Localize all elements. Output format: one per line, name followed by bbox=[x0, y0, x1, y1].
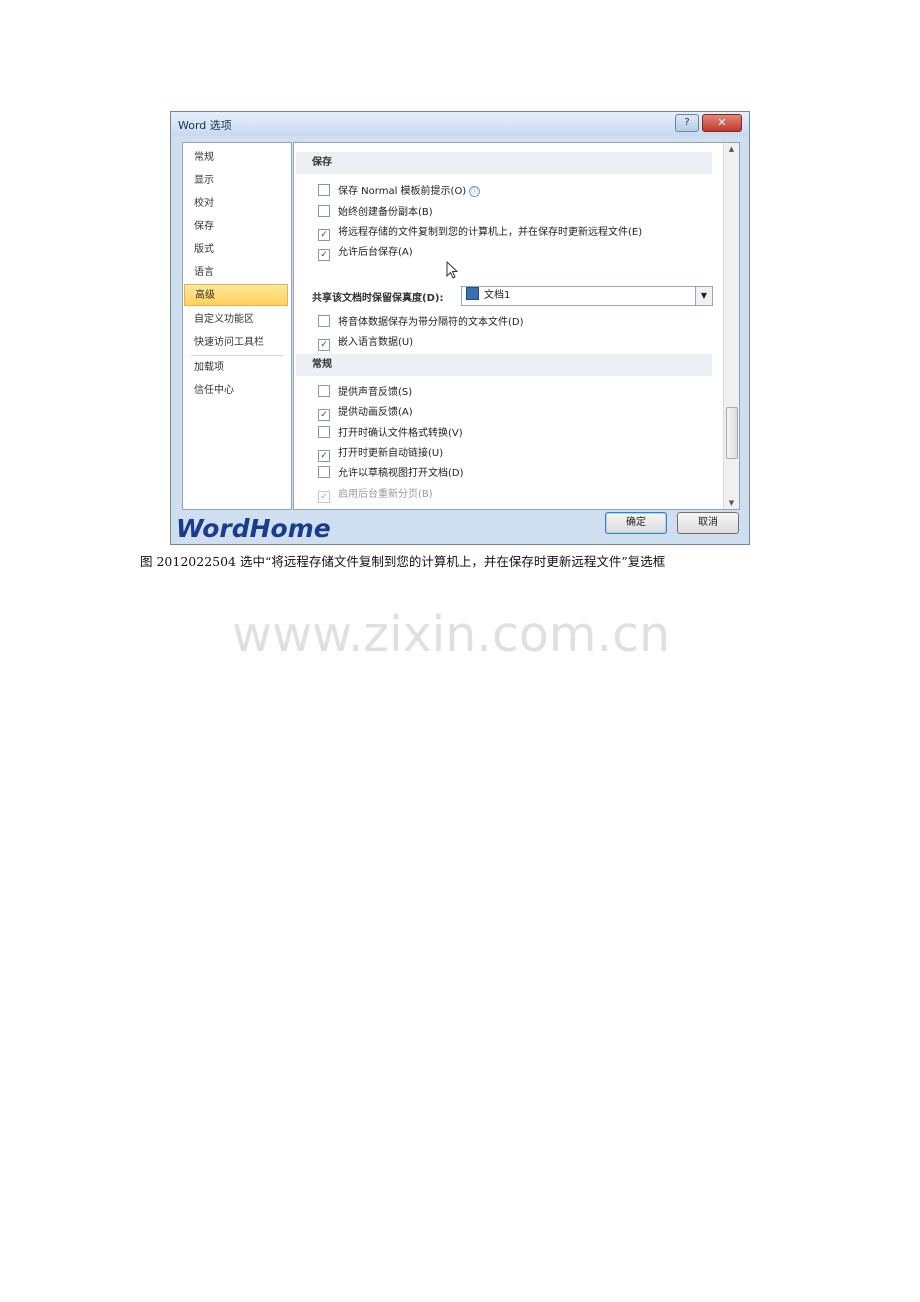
ok-button[interactable]: 确定 bbox=[605, 512, 667, 534]
nav-divider bbox=[191, 355, 283, 356]
scrollbar-thumb[interactable] bbox=[726, 407, 738, 459]
info-icon: ⓘ bbox=[469, 186, 481, 197]
nav-item-add-ins[interactable]: 加载项 bbox=[184, 357, 288, 379]
option-update-automatic-links[interactable]: ✓ 打开时更新自动链接(U) bbox=[318, 446, 443, 462]
word-document-icon bbox=[466, 287, 479, 300]
section-header-general: 常规 bbox=[296, 354, 712, 376]
dialog-title: Word 选项 bbox=[178, 119, 232, 132]
checkbox-checked[interactable]: ✓ bbox=[318, 229, 330, 241]
option-label: 允许以草稿视图打开文档(D) bbox=[338, 468, 464, 479]
checkbox[interactable] bbox=[318, 426, 330, 438]
option-label: 将远程存储的文件复制到您的计算机上，并在保存时更新远程文件(E) bbox=[338, 227, 643, 238]
nav-item-proofing[interactable]: 校对 bbox=[184, 193, 288, 215]
option-open-in-draft-view[interactable]: 允许以草稿视图打开文档(D) bbox=[318, 466, 464, 482]
checkbox[interactable] bbox=[318, 315, 330, 327]
checkbox-checked[interactable]: ✓ bbox=[318, 249, 330, 261]
option-label: 提供动画反馈(A) bbox=[338, 407, 413, 418]
nav-item-layout[interactable]: 版式 bbox=[184, 239, 288, 261]
option-sound-feedback[interactable]: 提供声音反馈(S) bbox=[318, 385, 412, 401]
checkbox[interactable] bbox=[318, 205, 330, 217]
checkbox[interactable] bbox=[318, 385, 330, 397]
option-label: 将音体数据保存为带分隔符的文本文件(D) bbox=[338, 317, 524, 328]
fidelity-label: 共享该文档时保留保真度(D): bbox=[312, 293, 444, 304]
nav-item-save[interactable]: 保存 bbox=[184, 216, 288, 238]
cancel-button[interactable]: 取消 bbox=[677, 512, 739, 534]
checkbox-checked[interactable]: ✓ bbox=[318, 339, 330, 351]
mouse-cursor-icon bbox=[446, 261, 459, 279]
nav-item-quick-access-toolbar[interactable]: 快速访问工具栏 bbox=[184, 332, 288, 354]
checkbox-checked-disabled: ✓ bbox=[318, 491, 330, 503]
options-content: 保存 保存 Normal 模板前提示(O) ⓘ 始终创建备份副本(B) ✓ 将远程存… bbox=[293, 142, 740, 510]
document-select[interactable]: 文档1 ▼ bbox=[461, 286, 713, 306]
checkbox-checked[interactable]: ✓ bbox=[318, 450, 330, 462]
option-label: 打开时更新自动链接(U) bbox=[338, 448, 444, 459]
close-button[interactable]: ✕ bbox=[702, 114, 742, 132]
option-save-form-data[interactable]: 将音体数据保存为带分隔符的文本文件(D) bbox=[318, 315, 524, 331]
nav-item-advanced[interactable]: 高级 bbox=[184, 284, 288, 306]
scroll-up-icon[interactable]: ▲ bbox=[724, 145, 739, 153]
wordhome-logo: WordHome bbox=[176, 514, 331, 543]
figure-caption: 图 2012022504 选中“将远程存储文件复制到您的计算机上，并在保存时更新… bbox=[140, 554, 666, 569]
dropdown-arrow-icon[interactable]: ▼ bbox=[695, 287, 712, 305]
nav-item-trust-center[interactable]: 信任中心 bbox=[184, 380, 288, 402]
dialog-titlebar: Word 选项 ? ✕ bbox=[171, 112, 749, 136]
word-options-dialog: Word 选项 ? ✕ 常规 显示 校对 保存 版式 语言 高级 自定义功能区 … bbox=[170, 111, 750, 545]
option-label: 始终创建备份副本(B) bbox=[338, 207, 433, 218]
option-confirm-format-conversion[interactable]: 打开时确认文件格式转换(V) bbox=[318, 426, 463, 442]
nav-item-display[interactable]: 显示 bbox=[184, 170, 288, 192]
checkbox-checked[interactable]: ✓ bbox=[318, 409, 330, 421]
option-label: 打开时确认文件格式转换(V) bbox=[338, 428, 463, 439]
option-always-create-backup[interactable]: 始终创建备份副本(B) bbox=[318, 205, 433, 221]
option-label: 保存 Normal 模板前提示(O) bbox=[338, 186, 467, 197]
selected-document: 文档1 bbox=[484, 290, 511, 301]
scroll-down-icon[interactable]: ▼ bbox=[724, 499, 739, 507]
option-label: 启用后台重新分页(B) bbox=[338, 489, 433, 500]
options-nav: 常规 显示 校对 保存 版式 语言 高级 自定义功能区 快速访问工具栏 加载项 … bbox=[182, 142, 292, 510]
option-background-repagination: ✓ 启用后台重新分页(B) bbox=[318, 487, 433, 503]
checkbox[interactable] bbox=[318, 466, 330, 478]
nav-item-language[interactable]: 语言 bbox=[184, 262, 288, 284]
help-button[interactable]: ? bbox=[675, 114, 699, 132]
option-label: 允许后台保存(A) bbox=[338, 247, 413, 258]
option-animation-feedback[interactable]: ✓ 提供动画反馈(A) bbox=[318, 405, 413, 421]
checkbox[interactable] bbox=[318, 184, 330, 196]
option-copy-remote-files[interactable]: ✓ 将远程存储的文件复制到您的计算机上，并在保存时更新远程文件(E) bbox=[318, 225, 642, 241]
watermark: www.zixin.com.cn bbox=[232, 606, 671, 663]
option-label: 嵌入语言数据(U) bbox=[338, 337, 414, 348]
nav-item-customize-ribbon[interactable]: 自定义功能区 bbox=[184, 309, 288, 331]
option-prompt-before-saving-normal[interactable]: 保存 Normal 模板前提示(O) ⓘ bbox=[318, 184, 481, 200]
vertical-scrollbar[interactable]: ▲ ▼ bbox=[723, 143, 739, 509]
option-allow-background-save[interactable]: ✓ 允许后台保存(A) bbox=[318, 245, 413, 261]
section-header-save: 保存 bbox=[296, 152, 712, 174]
nav-item-general[interactable]: 常规 bbox=[184, 147, 288, 169]
option-embed-linguistic-data[interactable]: ✓ 嵌入语言数据(U) bbox=[318, 335, 413, 351]
option-label: 提供声音反馈(S) bbox=[338, 387, 413, 398]
